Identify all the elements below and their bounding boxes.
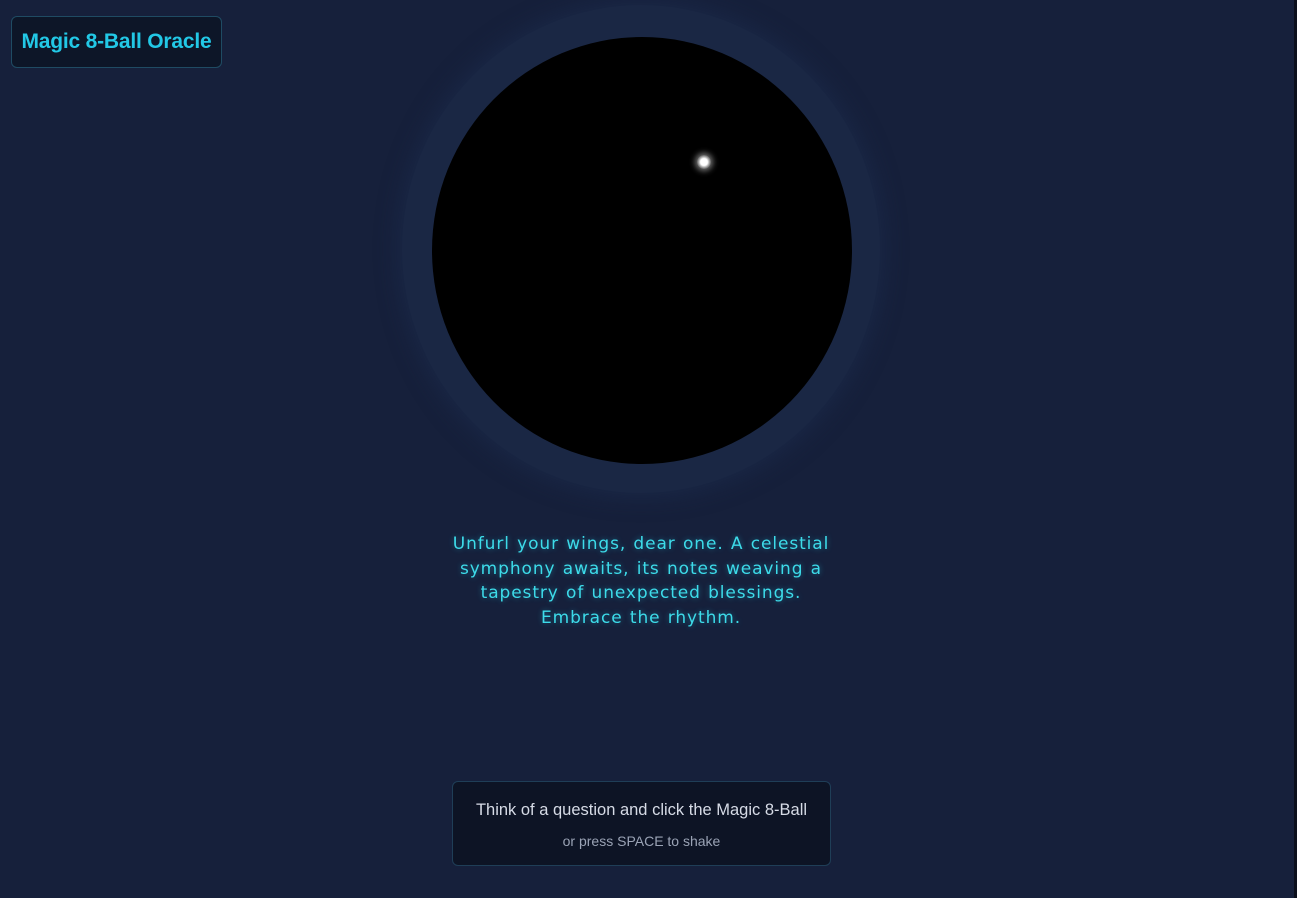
magic-8-ball[interactable] — [432, 37, 852, 464]
app-title-badge: Magic 8-Ball Oracle — [11, 16, 222, 68]
app-title: Magic 8-Ball Oracle — [21, 30, 212, 53]
instructions-sub-text: or press SPACE to shake — [562, 833, 721, 849]
ball-highlight-glint — [697, 155, 711, 169]
window-edge — [1291, 0, 1297, 898]
oracle-answer-text: Unfurl your wings, dear one. A celestial… — [452, 534, 830, 628]
instructions-panel: Think of a question and click the Magic … — [452, 781, 831, 866]
instructions-main-text: Think of a question and click the Magic … — [475, 801, 808, 819]
